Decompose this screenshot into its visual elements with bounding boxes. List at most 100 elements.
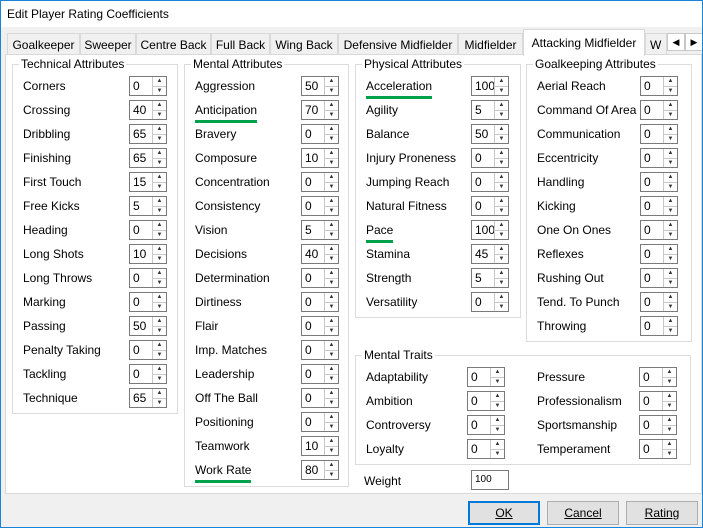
- spin-up-icon[interactable]: ▲: [325, 317, 338, 326]
- spin-down-icon[interactable]: ▼: [325, 253, 338, 264]
- professionalism-value[interactable]: 0: [640, 392, 662, 410]
- tab-midfielder[interactable]: Midfielder: [458, 33, 523, 55]
- passing-stepper[interactable]: 50 ▲ ▼: [129, 316, 167, 336]
- spin-down-icon[interactable]: ▼: [495, 85, 508, 96]
- dirtiness-stepper[interactable]: 0 ▲ ▼: [301, 292, 339, 312]
- jumping-reach-value[interactable]: 0: [472, 173, 494, 191]
- first-touch-stepper[interactable]: 15 ▲ ▼: [129, 172, 167, 192]
- spin-down-icon[interactable]: ▼: [153, 205, 166, 216]
- adaptability-value[interactable]: 0: [468, 368, 490, 386]
- finishing-value[interactable]: 65: [130, 149, 152, 167]
- temperament-stepper[interactable]: 0 ▲ ▼: [639, 439, 677, 459]
- pressure-stepper[interactable]: 0 ▲ ▼: [639, 367, 677, 387]
- long-shots-value[interactable]: 10: [130, 245, 152, 263]
- spin-down-icon[interactable]: ▼: [325, 445, 338, 456]
- natural-fitness-stepper[interactable]: 0 ▲ ▼: [471, 196, 509, 216]
- spin-up-icon[interactable]: ▲: [325, 365, 338, 374]
- ambition-stepper[interactable]: 0 ▲ ▼: [467, 391, 505, 411]
- spin-down-icon[interactable]: ▼: [663, 400, 676, 411]
- spin-up-icon[interactable]: ▲: [664, 125, 677, 134]
- composure-value[interactable]: 10: [302, 149, 324, 167]
- spin-up-icon[interactable]: ▲: [495, 101, 508, 110]
- vision-stepper[interactable]: 5 ▲ ▼: [301, 220, 339, 240]
- spin-up-icon[interactable]: ▲: [663, 416, 676, 425]
- anticipation-stepper[interactable]: 70 ▲ ▼: [301, 100, 339, 120]
- spin-down-icon[interactable]: ▼: [153, 373, 166, 384]
- spin-up-icon[interactable]: ▲: [491, 416, 504, 425]
- spin-down-icon[interactable]: ▼: [664, 157, 677, 168]
- spin-up-icon[interactable]: ▲: [325, 77, 338, 86]
- penalty-taking-value[interactable]: 0: [130, 341, 152, 359]
- aerial-reach-stepper[interactable]: 0 ▲ ▼: [640, 76, 678, 96]
- free-kicks-value[interactable]: 5: [130, 197, 152, 215]
- off-the-ball-stepper[interactable]: 0 ▲ ▼: [301, 388, 339, 408]
- weight-stepper[interactable]: 100: [471, 470, 509, 490]
- spin-up-icon[interactable]: ▲: [491, 368, 504, 377]
- teamwork-value[interactable]: 10: [302, 437, 324, 455]
- spin-up-icon[interactable]: ▲: [663, 440, 676, 449]
- tackling-value[interactable]: 0: [130, 365, 152, 383]
- flair-stepper[interactable]: 0 ▲ ▼: [301, 316, 339, 336]
- ambition-value[interactable]: 0: [468, 392, 490, 410]
- flair-value[interactable]: 0: [302, 317, 324, 335]
- off-the-ball-value[interactable]: 0: [302, 389, 324, 407]
- spin-down-icon[interactable]: ▼: [495, 301, 508, 312]
- acceleration-value[interactable]: 100: [472, 77, 494, 95]
- handling-value[interactable]: 0: [641, 173, 663, 191]
- spin-up-icon[interactable]: ▲: [325, 293, 338, 302]
- decisions-value[interactable]: 40: [302, 245, 324, 263]
- reflexes-value[interactable]: 0: [641, 245, 663, 263]
- spin-up-icon[interactable]: ▲: [153, 317, 166, 326]
- finishing-stepper[interactable]: 65 ▲ ▼: [129, 148, 167, 168]
- spin-down-icon[interactable]: ▼: [495, 229, 508, 240]
- injury-proneness-stepper[interactable]: 0 ▲ ▼: [471, 148, 509, 168]
- tab-wing-back[interactable]: Wing Back: [270, 33, 338, 55]
- tab-winger-partial[interactable]: W: [645, 33, 667, 55]
- anticipation-value[interactable]: 70: [302, 101, 324, 119]
- kicking-value[interactable]: 0: [641, 197, 663, 215]
- consistency-stepper[interactable]: 0 ▲ ▼: [301, 196, 339, 216]
- injury-proneness-value[interactable]: 0: [472, 149, 494, 167]
- rating-button[interactable]: Rating: [626, 501, 698, 525]
- spin-down-icon[interactable]: ▼: [664, 325, 677, 336]
- spin-down-icon[interactable]: ▼: [664, 85, 677, 96]
- teamwork-stepper[interactable]: 10 ▲ ▼: [301, 436, 339, 456]
- spin-down-icon[interactable]: ▼: [491, 376, 504, 387]
- spin-up-icon[interactable]: ▲: [325, 269, 338, 278]
- spin-down-icon[interactable]: ▼: [495, 181, 508, 192]
- spin-up-icon[interactable]: ▲: [325, 125, 338, 134]
- heading-value[interactable]: 0: [130, 221, 152, 239]
- technique-stepper[interactable]: 65 ▲ ▼: [129, 388, 167, 408]
- tend-to-punch-value[interactable]: 0: [641, 293, 663, 311]
- spin-up-icon[interactable]: ▲: [325, 221, 338, 230]
- sportsmanship-value[interactable]: 0: [640, 416, 662, 434]
- adaptability-stepper[interactable]: 0 ▲ ▼: [467, 367, 505, 387]
- spin-down-icon[interactable]: ▼: [325, 181, 338, 192]
- spin-down-icon[interactable]: ▼: [325, 133, 338, 144]
- spin-down-icon[interactable]: ▼: [153, 325, 166, 336]
- spin-down-icon[interactable]: ▼: [153, 349, 166, 360]
- spin-up-icon[interactable]: ▲: [153, 221, 166, 230]
- eccentricity-value[interactable]: 0: [641, 149, 663, 167]
- spin-down-icon[interactable]: ▼: [663, 448, 676, 459]
- imp-matches-value[interactable]: 0: [302, 341, 324, 359]
- spin-up-icon[interactable]: ▲: [153, 125, 166, 134]
- crossing-stepper[interactable]: 40 ▲ ▼: [129, 100, 167, 120]
- spin-up-icon[interactable]: ▲: [491, 392, 504, 401]
- jumping-reach-stepper[interactable]: 0 ▲ ▼: [471, 172, 509, 192]
- spin-down-icon[interactable]: ▼: [664, 277, 677, 288]
- pressure-value[interactable]: 0: [640, 368, 662, 386]
- crossing-value[interactable]: 40: [130, 101, 152, 119]
- spin-up-icon[interactable]: ▲: [664, 245, 677, 254]
- stamina-stepper[interactable]: 45 ▲ ▼: [471, 244, 509, 264]
- spin-down-icon[interactable]: ▼: [664, 181, 677, 192]
- loyalty-value[interactable]: 0: [468, 440, 490, 458]
- spin-down-icon[interactable]: ▼: [495, 109, 508, 120]
- imp-matches-stepper[interactable]: 0 ▲ ▼: [301, 340, 339, 360]
- acceleration-stepper[interactable]: 100 ▲ ▼: [471, 76, 509, 96]
- spin-down-icon[interactable]: ▼: [153, 301, 166, 312]
- spin-up-icon[interactable]: ▲: [664, 269, 677, 278]
- long-throws-stepper[interactable]: 0 ▲ ▼: [129, 268, 167, 288]
- stamina-value[interactable]: 45: [472, 245, 494, 263]
- free-kicks-stepper[interactable]: 5 ▲ ▼: [129, 196, 167, 216]
